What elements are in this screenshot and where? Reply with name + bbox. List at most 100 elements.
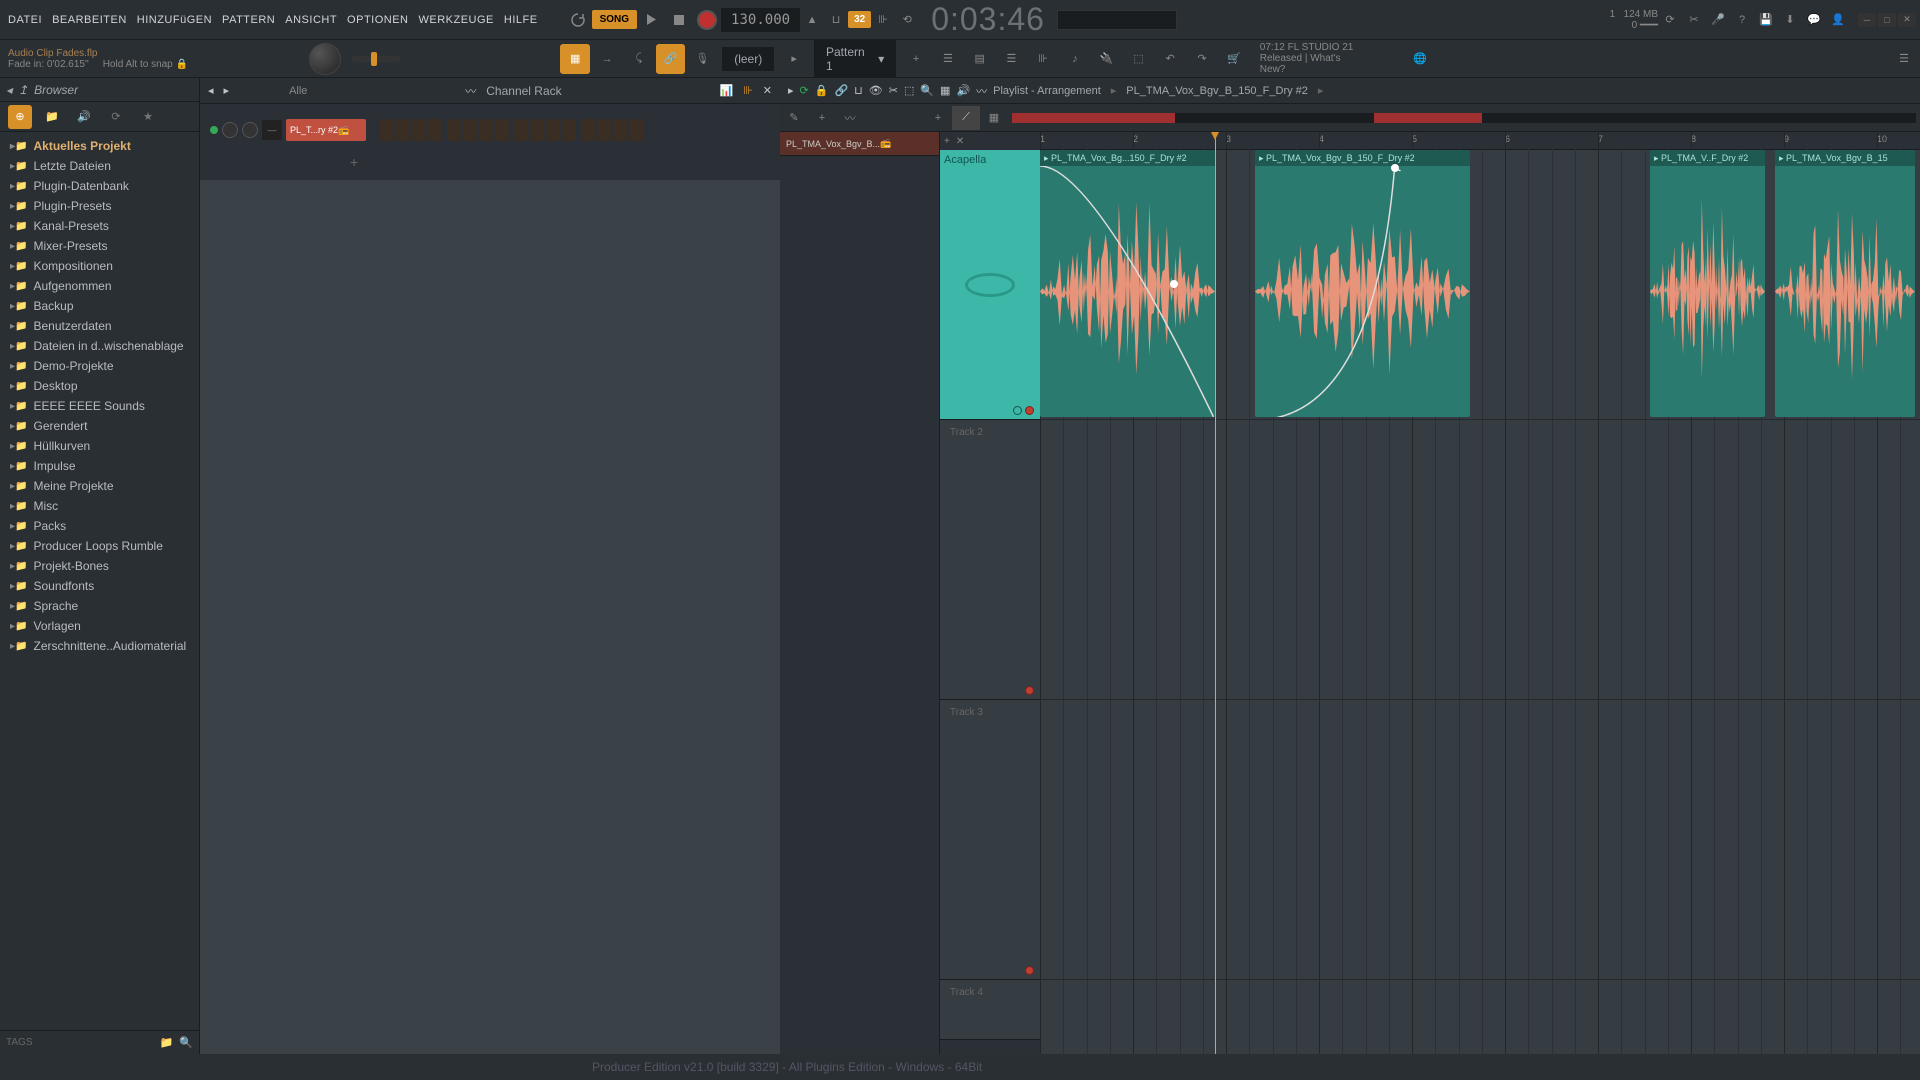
track-add-icon[interactable]: + [944, 136, 950, 147]
arrow-icon[interactable]: ↥ [18, 83, 28, 97]
play2-icon[interactable]: ▸ [779, 44, 809, 74]
metronome-icon[interactable]: ▲ [800, 8, 824, 32]
cr-step-icon[interactable]: ⊪ [743, 84, 753, 97]
browser-item[interactable]: ▸📁Gerendert [0, 416, 199, 436]
tempo-icon[interactable]: ♪ [1060, 44, 1090, 74]
menu-datei[interactable]: DATEI [4, 10, 46, 30]
menu-ansicht[interactable]: ANSICHT [281, 10, 341, 30]
browser-tab-fav[interactable]: ★ [136, 105, 160, 129]
browser-item[interactable]: ▸📁Dateien in d..wischenablage [0, 336, 199, 356]
clip-header[interactable]: ▸ PL_TMA_Vox_Bgv_B_150_F_Dry #2 [1255, 150, 1470, 166]
pianoroll-icon[interactable]: ▤ [965, 44, 995, 74]
menu-hilfe[interactable]: HILFE [500, 10, 542, 30]
step-button[interactable] [412, 119, 426, 141]
snap-setting[interactable]: 32 [848, 11, 871, 28]
pl-lock-icon[interactable]: 🔒 [815, 84, 829, 97]
step-icon[interactable]: ⊪ [871, 8, 895, 32]
browser-item[interactable]: ▸📁Vorlagen [0, 616, 199, 636]
browser-item[interactable]: ▸📁Packs [0, 516, 199, 536]
help-icon[interactable]: ? [1730, 8, 1754, 32]
browser-tab-sound[interactable]: 🔊 [72, 105, 96, 129]
playlist-grid[interactable]: 12345678910 ▸ PL_TMA_Vox_Bg...150_F_Dry … [1040, 132, 1920, 1054]
pl-automation-icon[interactable]: ⟋ [952, 106, 980, 130]
pl-play-icon[interactable]: ▸ [788, 84, 794, 97]
pl-eye-icon[interactable]: 👁 [869, 84, 883, 97]
step-button[interactable] [447, 119, 461, 141]
pl-magnet-icon[interactable]: ⊔ [854, 84, 863, 97]
cr-filter[interactable]: Alle [289, 85, 307, 97]
picker-clip[interactable]: PL_TMA_Vox_Bgv_B... 📻 [780, 132, 939, 156]
track-header-2[interactable]: Track 2 [940, 420, 1040, 700]
browser-item[interactable]: ▸📁Kanal-Presets [0, 216, 199, 236]
undo-icon[interactable]: ↶ [1155, 44, 1185, 74]
audio-clip[interactable]: ▸ PL_TMA_V..F_Dry #2 [1650, 150, 1765, 417]
save-icon[interactable]: 💾 [1754, 8, 1778, 32]
browser-item[interactable]: ▸📁Aufgenommen [0, 276, 199, 296]
browser-item[interactable]: ▸📁Sprache [0, 596, 199, 616]
step-button[interactable] [546, 119, 560, 141]
browser-tab-folder[interactable]: 📁 [40, 105, 64, 129]
cr-graph-icon[interactable]: 📊 [720, 84, 734, 97]
browser-item[interactable]: ▸📁Producer Loops Rumble [0, 536, 199, 556]
clip-header[interactable]: ▸ PL_TMA_Vox_Bgv_B_15 [1775, 150, 1915, 166]
track-header-3[interactable]: Track 3 [940, 700, 1040, 980]
master-pitch-slider[interactable] [351, 56, 401, 62]
time-display[interactable]: 0:03:46 [931, 1, 1045, 38]
redo-icon[interactable]: ↷ [1187, 44, 1217, 74]
step-button[interactable] [396, 119, 410, 141]
channel-led[interactable] [210, 126, 218, 134]
clip-header[interactable]: ▸ PL_TMA_V..F_Dry #2 [1650, 150, 1765, 166]
channel-row[interactable]: — PL_T...ry #2 📻 [210, 114, 770, 146]
channel-name[interactable]: PL_T...ry #2 📻 [286, 119, 366, 141]
step-button[interactable] [463, 119, 477, 141]
browser-item[interactable]: ▸📁Plugin-Presets [0, 196, 199, 216]
search-icon[interactable]: 🔍 [179, 1036, 193, 1049]
export-icon[interactable]: ⬇ [1778, 8, 1802, 32]
pl-grid-icon[interactable]: ▦ [980, 106, 1008, 130]
pattern-empty[interactable]: (leer) [722, 47, 774, 71]
browser-item[interactable]: ▸📁Benutzerdaten [0, 316, 199, 336]
browser-item[interactable]: ▸📁Kompositionen [0, 256, 199, 276]
browser-item[interactable]: ▸📁Impulse [0, 456, 199, 476]
plugin-icon[interactable]: 🔌 [1092, 44, 1122, 74]
pl-wave-icon[interactable]: 〰 [976, 83, 987, 99]
cr-close-icon[interactable]: ✕ [763, 84, 772, 97]
next-button[interactable]: → [592, 44, 622, 74]
user-icon[interactable]: 👤 [1826, 8, 1850, 32]
record-button[interactable] [693, 6, 721, 34]
play-button[interactable] [637, 6, 665, 34]
refresh-icon[interactable] [564, 6, 592, 34]
step-button[interactable] [530, 119, 544, 141]
tempo-display[interactable]: 130.000 [721, 8, 800, 32]
channel-number[interactable]: — [262, 120, 282, 140]
audio-clip[interactable]: ▸ PL_TMA_Vox_Bg...150_F_Dry #2 [1040, 150, 1215, 417]
minimize-button[interactable]: ─ [1858, 13, 1876, 27]
pl-cut-icon[interactable]: ✂ [889, 84, 898, 97]
pl-sel-icon[interactable]: ⬚ [904, 84, 914, 97]
chat-icon[interactable]: 💬 [1802, 8, 1826, 32]
browser-item[interactable]: ▸📁Plugin-Datenbank [0, 176, 199, 196]
pl-sync-icon[interactable]: ⟳ [800, 84, 809, 97]
solo-dot[interactable] [1025, 406, 1034, 415]
add-channel-button[interactable]: + [210, 154, 770, 170]
mic2-icon[interactable]: 🎙 [687, 44, 717, 74]
browser-item[interactable]: ▸📁Letzte Dateien [0, 156, 199, 176]
channel-vol-knob[interactable] [242, 122, 258, 138]
menu-pattern[interactable]: PATTERN [218, 10, 279, 30]
sync-icon[interactable]: ⟳ [1658, 8, 1682, 32]
browser-item[interactable]: ▸📁Soundfonts [0, 576, 199, 596]
playhead[interactable] [1215, 132, 1216, 1054]
timeline-scrollbar[interactable] [1012, 113, 1916, 123]
step-button[interactable] [597, 119, 611, 141]
mute-dot[interactable] [1013, 406, 1022, 415]
add-pattern-icon[interactable]: + [901, 44, 931, 74]
news-box[interactable]: 07:12 FL STUDIO 21 Released | What's New… [1250, 38, 1408, 79]
pl-tool-add[interactable]: + [808, 106, 836, 130]
browser-item[interactable]: ▸📁Aktuelles Projekt [0, 136, 199, 156]
mic-icon[interactable]: 🎤 [1706, 8, 1730, 32]
rec-dot[interactable] [1025, 966, 1034, 975]
browser-tab-refresh[interactable]: ⟳ [104, 105, 128, 129]
tools-icon[interactable]: ✂ [1682, 8, 1706, 32]
step-button[interactable] [428, 119, 442, 141]
step-button[interactable] [562, 119, 576, 141]
